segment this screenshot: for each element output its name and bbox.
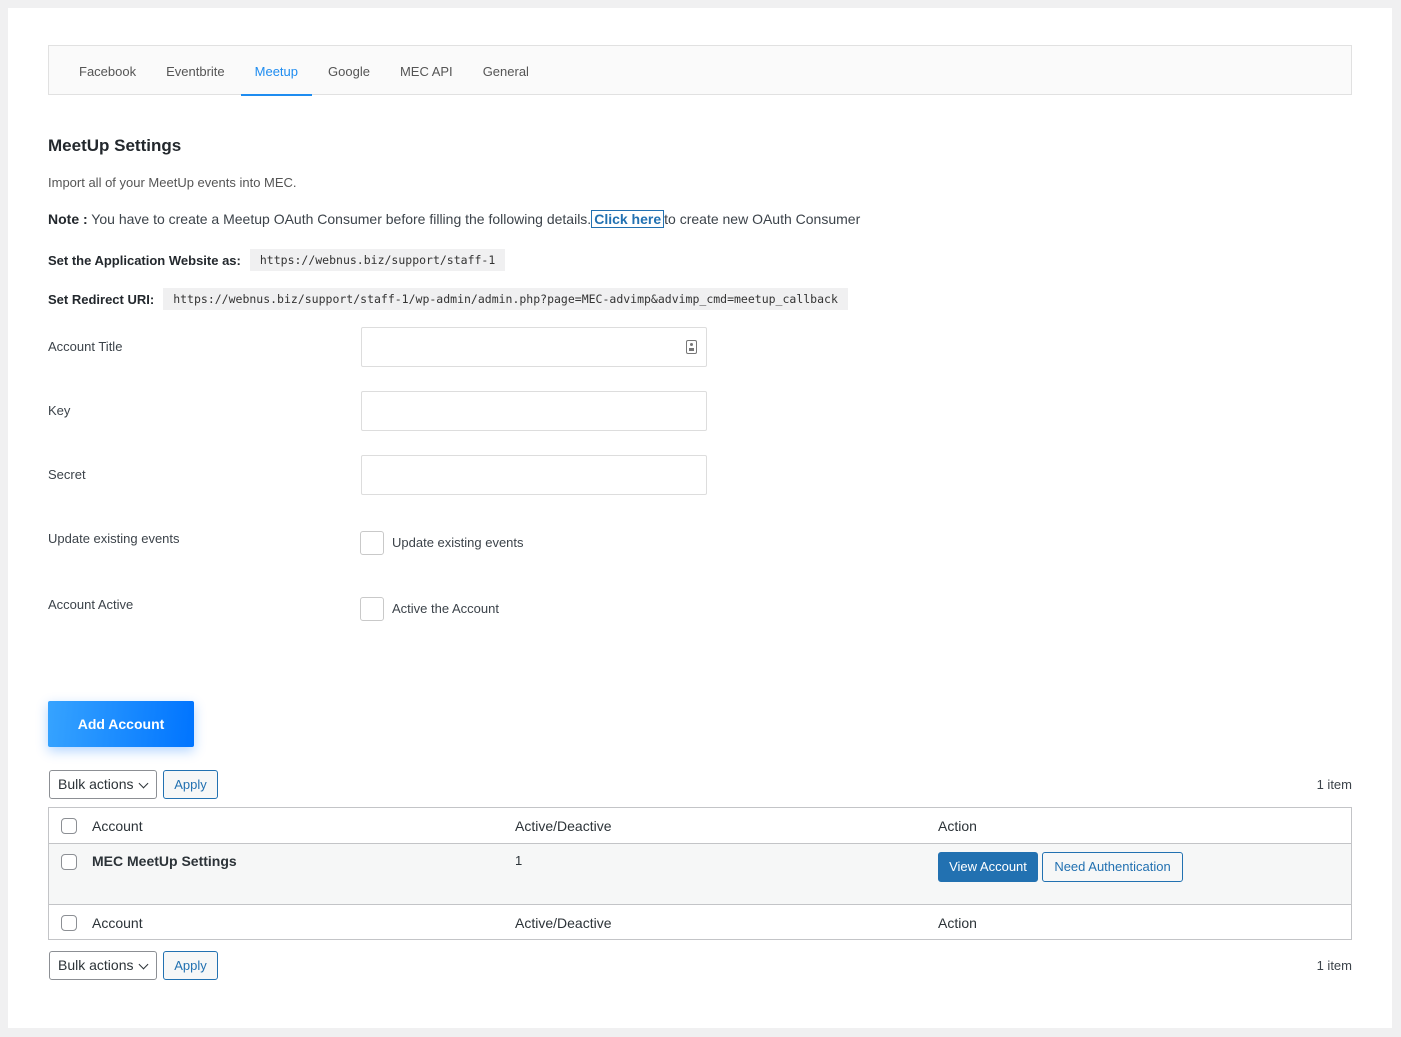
chevron-down-icon	[138, 778, 149, 789]
tab-facebook[interactable]: Facebook	[65, 46, 150, 95]
secret-input[interactable]	[361, 455, 707, 495]
bulk-actions-select-bottom[interactable]: Bulk actions	[49, 951, 157, 980]
apply-button-bottom[interactable]: Apply	[163, 951, 218, 980]
tab-bar: Facebook Eventbrite Meetup Google MEC AP…	[48, 45, 1352, 96]
app-website-row: Set the Application Website as: https://…	[48, 249, 506, 271]
note-text: You have to create a Meetup OAuth Consum…	[87, 211, 592, 227]
account-name[interactable]: MEC MeetUp Settings	[92, 853, 237, 869]
redirect-uri-value: https://webnus.biz/support/staff-1/wp-ad…	[163, 288, 848, 310]
bulk-actions-value: Bulk actions	[58, 957, 134, 973]
secret-label: Secret	[48, 467, 86, 482]
tab-eventbrite[interactable]: Eventbrite	[152, 46, 239, 95]
accounts-table: Account Active/Deactive Action MEC MeetU…	[48, 807, 1352, 940]
tab-general[interactable]: General	[469, 46, 543, 95]
click-here-link[interactable]: Click here	[591, 210, 665, 228]
table-header: Account Active/Deactive Action	[49, 808, 1351, 844]
page-description: Import all of your MeetUp events into ME…	[48, 175, 297, 190]
app-website-value: https://webnus.biz/support/staff-1	[249, 249, 506, 271]
account-active-checkbox[interactable]	[360, 597, 384, 621]
add-account-button[interactable]: Add Account	[48, 701, 194, 747]
settings-panel: Facebook Eventbrite Meetup Google MEC AP…	[8, 8, 1392, 1028]
contact-card-icon[interactable]	[686, 340, 697, 354]
bulk-actions-value: Bulk actions	[58, 776, 134, 792]
app-website-label: Set the Application Website as:	[48, 252, 241, 268]
bulk-actions-select-top[interactable]: Bulk actions	[49, 770, 157, 799]
redirect-uri-row: Set Redirect URI: https://webnus.biz/sup…	[48, 288, 848, 310]
column-account[interactable]: Account	[92, 818, 143, 834]
apply-button-top[interactable]: Apply	[163, 770, 218, 799]
need-authentication-button[interactable]: Need Authentication	[1042, 852, 1183, 882]
view-account-button[interactable]: View Account	[938, 852, 1038, 882]
redirect-uri-label: Set Redirect URI:	[48, 291, 155, 307]
account-active-label: Account Active	[48, 597, 134, 612]
oauth-note: Note : You have to create a Meetup OAuth…	[48, 210, 861, 228]
tab-mec-api[interactable]: MEC API	[386, 46, 467, 95]
account-active-checkbox-label[interactable]: Active the Account	[392, 601, 499, 616]
column-action-footer: Action	[938, 915, 977, 931]
account-title-input[interactable]	[361, 327, 707, 367]
select-all-checkbox[interactable]	[61, 818, 77, 834]
tab-meetup[interactable]: Meetup	[240, 46, 313, 96]
update-existing-checkbox-label[interactable]: Update existing events	[392, 535, 524, 550]
key-label: Key	[48, 403, 71, 418]
table-footer: Account Active/Deactive Action	[49, 904, 1351, 940]
item-count-top: 1 item	[1316, 777, 1352, 792]
column-account-footer[interactable]: Account	[92, 915, 143, 931]
table-row: MEC MeetUp Settings 1 View Account Need …	[49, 844, 1351, 904]
key-input[interactable]	[361, 391, 707, 431]
column-action: Action	[938, 818, 977, 834]
note-after-text: to create new OAuth Consumer	[664, 211, 861, 227]
tab-google[interactable]: Google	[314, 46, 384, 95]
column-active-deactive: Active/Deactive	[515, 818, 612, 834]
page-title: MeetUp Settings	[48, 136, 182, 155]
row-checkbox[interactable]	[61, 854, 77, 870]
active-status: 1	[515, 853, 523, 868]
item-count-bottom: 1 item	[1316, 958, 1352, 973]
note-label: Note :	[48, 211, 88, 227]
update-existing-checkbox[interactable]	[360, 531, 384, 555]
column-active-deactive-footer: Active/Deactive	[515, 915, 612, 931]
select-all-checkbox-footer[interactable]	[61, 915, 77, 931]
update-existing-label: Update existing events	[48, 531, 180, 546]
account-title-label: Account Title	[48, 339, 123, 354]
chevron-down-icon	[138, 959, 149, 970]
